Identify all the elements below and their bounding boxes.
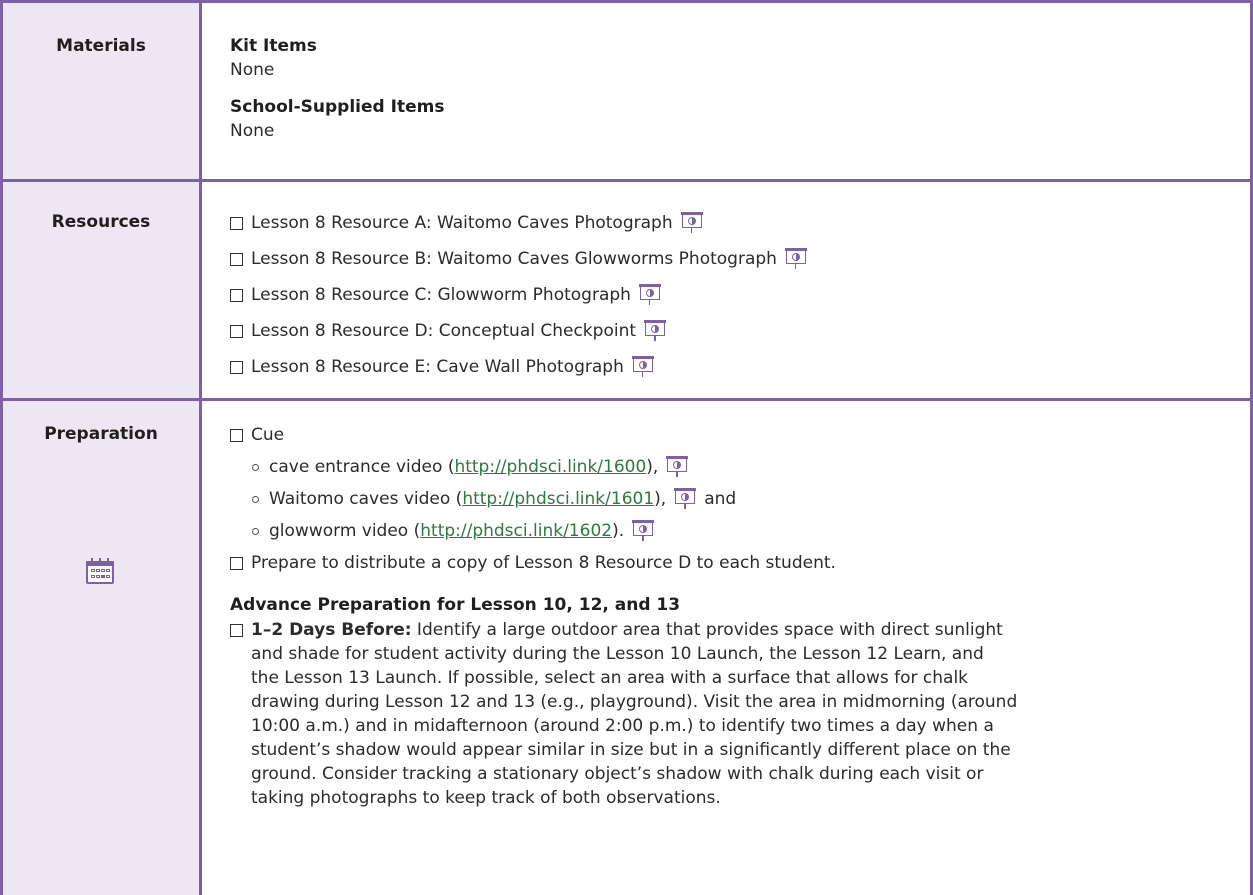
checkbox[interactable] — [230, 217, 243, 230]
bullet-icon — [252, 463, 259, 471]
preparation-cell: Cue cave entrance video ( http://phdsci.… — [230, 424, 1230, 810]
advance-line: student’s shadow would appear similar in… — [251, 740, 1011, 760]
resource-item: Lesson 8 Resource E: Cave Wall Photograp… — [230, 356, 1230, 378]
kit-items-value: None — [230, 60, 275, 80]
video-text-end: ), — [654, 489, 667, 509]
video-text: glowworm video ( — [269, 521, 421, 541]
projection-icon — [674, 488, 697, 510]
materials-label: Materials — [56, 36, 146, 56]
projection-icon — [644, 320, 667, 342]
projection-icon — [666, 456, 689, 478]
video-text-end: ). — [612, 521, 625, 541]
projection-icon — [680, 212, 703, 234]
resources-label: Resources — [51, 212, 151, 232]
advance-line: drawing during Lesson 12 and 13 (e.g., p… — [251, 692, 1018, 712]
resource-item-label: Lesson 8 Resource A: Waitomo Caves Photo… — [251, 213, 673, 233]
checkbox[interactable] — [230, 325, 243, 338]
video-item: cave entrance video ( http://phdsci.link… — [252, 456, 1230, 478]
row-divider-materials — [0, 179, 1253, 182]
bullet-icon — [252, 527, 259, 535]
advance-lead: 1–2 Days Before: — [251, 620, 412, 640]
calendar-icon — [86, 558, 114, 584]
bullet-icon — [252, 495, 259, 503]
checkbox[interactable] — [230, 253, 243, 266]
video-text-end: ), — [646, 457, 659, 477]
video-item: glowworm video ( http://phdsci.link/1602… — [252, 520, 1230, 542]
advance-line: Identify a large outdoor area that provi… — [411, 620, 1003, 640]
advance-prep-heading: Advance Preparation for Lesson 10, 12, a… — [230, 595, 681, 615]
resource-item-label: Lesson 8 Resource C: Glowworm Photograph — [251, 285, 631, 305]
projection-icon — [631, 356, 654, 378]
materials-cell: Kit Items None School-Supplied Items Non… — [230, 36, 1230, 141]
checkbox[interactable] — [230, 289, 243, 302]
lesson-materials-table: Materials Kit Items None School-Supplied… — [0, 0, 1253, 895]
resource-item: Lesson 8 Resource A: Waitomo Caves Photo… — [230, 212, 1230, 234]
cue-label: Cue — [251, 425, 285, 445]
label-column — [0, 0, 202, 895]
video-item: Waitomo caves video ( http://phdsci.link… — [252, 488, 1230, 510]
video-link[interactable]: http://phdsci.link/1602 — [420, 520, 612, 542]
school-supplied-heading: School-Supplied Items — [230, 97, 445, 117]
advance-line: taking photographs to keep track of both… — [251, 788, 721, 808]
distribute-text: Prepare to distribute a copy of Lesson 8… — [251, 553, 836, 573]
video-trail: and — [704, 489, 737, 509]
projection-icon — [638, 284, 661, 306]
row-divider-resources — [0, 398, 1253, 401]
video-link[interactable]: http://phdsci.link/1600 — [454, 456, 646, 478]
checkbox[interactable] — [230, 557, 243, 570]
table-top-border — [0, 0, 1253, 3]
resource-item-label: Lesson 8 Resource B: Waitomo Caves Gloww… — [251, 249, 777, 269]
video-link[interactable]: http://phdsci.link/1601 — [462, 488, 654, 510]
advance-line: 10:00 a.m.) and in midafternoon (around … — [251, 716, 994, 736]
cue-item: Cue — [230, 424, 1230, 446]
advance-prep-text: 1–2 Days Before: Identify a large outdoo… — [251, 618, 1017, 810]
resources-cell: Lesson 8 Resource A: Waitomo Caves Photo… — [230, 212, 1230, 378]
advance-prep-item: 1–2 Days Before: Identify a large outdoo… — [230, 618, 1230, 810]
checkbox[interactable] — [230, 624, 243, 637]
resource-item: Lesson 8 Resource B: Waitomo Caves Gloww… — [230, 248, 1230, 270]
resource-item: Lesson 8 Resource D: Conceptual Checkpoi… — [230, 320, 1230, 342]
checkbox[interactable] — [230, 429, 243, 442]
school-supplied-value: None — [230, 121, 275, 141]
video-text: cave entrance video ( — [269, 457, 455, 477]
projection-icon — [784, 248, 807, 270]
advance-line: and shade for student activity during th… — [251, 644, 984, 664]
projection-icon — [632, 520, 655, 542]
resource-item: Lesson 8 Resource C: Glowworm Photograph — [230, 284, 1230, 306]
resource-item-label: Lesson 8 Resource D: Conceptual Checkpoi… — [251, 321, 637, 341]
resource-item-label: Lesson 8 Resource E: Cave Wall Photograp… — [251, 357, 624, 377]
video-text: Waitomo caves video ( — [269, 489, 463, 509]
kit-items-heading: Kit Items — [230, 36, 317, 56]
distribute-item: Prepare to distribute a copy of Lesson 8… — [230, 552, 1230, 574]
advance-line: ground. Consider tracking a stationary o… — [251, 764, 984, 784]
checkbox[interactable] — [230, 361, 243, 374]
preparation-label: Preparation — [44, 424, 158, 444]
advance-line: the Lesson 13 Launch. If possible, selec… — [251, 668, 969, 688]
